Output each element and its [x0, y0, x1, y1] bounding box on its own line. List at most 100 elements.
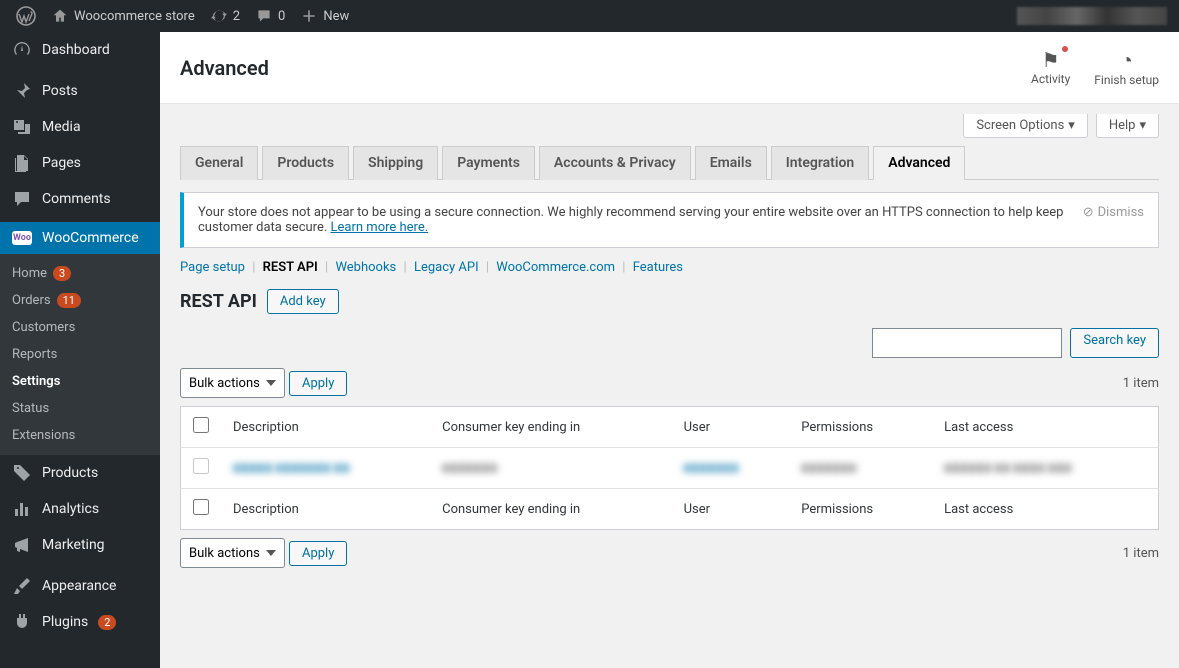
menu-pages[interactable]: Pages [0, 145, 160, 181]
subtab-legacy-api[interactable]: Legacy API [414, 260, 479, 275]
search-input[interactable] [872, 328, 1062, 358]
menu-analytics[interactable]: Analytics [0, 491, 160, 527]
col-consumer-key[interactable]: Consumer key ending in [430, 407, 672, 448]
cell-permissions: ■■■■■■■ [789, 448, 932, 489]
dismiss-notice[interactable]: ⊘Dismiss [1083, 205, 1144, 220]
cell-user: ■■■■■■■ [672, 448, 790, 489]
menu-appearance[interactable]: Appearance [0, 568, 160, 604]
admin-bar: Woocommerce store 2 0 New [0, 0, 1179, 32]
col-permissions[interactable]: Permissions [789, 407, 932, 448]
chevron-down-icon: ▾ [1139, 118, 1146, 133]
select-all-top[interactable] [193, 417, 209, 433]
tab-emails[interactable]: Emails [695, 146, 767, 180]
section-heading: REST API [180, 291, 257, 312]
col-user[interactable]: User [672, 407, 790, 448]
col-last-access-foot[interactable]: Last access [932, 489, 1158, 530]
flag-icon: ⚑ [1031, 48, 1070, 72]
finish-setup-button[interactable]: ◔ Finish setup [1094, 48, 1159, 87]
activity-button[interactable]: ⚑ Activity [1031, 48, 1070, 87]
menu-woocommerce[interactable]: WooWooCommerce [0, 222, 160, 254]
media-icon [12, 117, 32, 137]
woocommerce-icon: Woo [12, 231, 32, 245]
row-checkbox[interactable] [193, 458, 209, 474]
menu-dashboard[interactable]: Dashboard [0, 32, 160, 68]
site-name-link[interactable]: Woocommerce store [44, 0, 203, 32]
tab-accounts-privacy[interactable]: Accounts & Privacy [539, 146, 691, 180]
apply-button-bottom[interactable]: Apply [289, 541, 347, 566]
tab-advanced[interactable]: Advanced [873, 146, 965, 180]
woocommerce-submenu: Home3 Orders11 Customers Reports Setting… [0, 254, 160, 455]
bulk-actions-select-bottom[interactable]: Bulk actions [180, 538, 285, 568]
col-description-foot[interactable]: Description [221, 489, 430, 530]
col-consumer-key-foot[interactable]: Consumer key ending in [430, 489, 672, 530]
search-key-button[interactable]: Search key [1070, 328, 1159, 358]
add-key-button[interactable]: Add key [267, 289, 339, 314]
adminbar-user[interactable] [1017, 7, 1171, 25]
menu-plugins[interactable]: Plugins2 [0, 604, 160, 640]
submenu-orders[interactable]: Orders11 [0, 287, 160, 314]
bulk-actions-select-top[interactable]: Bulk actions [180, 368, 285, 398]
settings-tabs: General Products Shipping Payments Accou… [180, 146, 1159, 180]
learn-more-link[interactable]: Learn more here. [331, 220, 429, 235]
advanced-subtabs: Page setup | REST API | Webhooks | Legac… [180, 260, 1159, 275]
plugins-badge: 2 [98, 615, 116, 630]
analytics-icon [12, 499, 32, 519]
subtab-webhooks[interactable]: Webhooks [335, 260, 396, 275]
cell-consumer-key: ■■■■■■■ [430, 448, 672, 489]
wp-logo[interactable] [8, 0, 44, 32]
tab-shipping[interactable]: Shipping [353, 146, 438, 180]
menu-marketing[interactable]: Marketing [0, 527, 160, 563]
page-header: Advanced ⚑ Activity ◔ Finish setup [160, 32, 1179, 104]
screen-options-toggle[interactable]: Screen Options ▾ [963, 114, 1088, 138]
megaphone-icon [12, 535, 32, 555]
orders-badge: 11 [57, 293, 81, 308]
progress-icon: ◔ [1094, 48, 1159, 73]
subtab-features[interactable]: Features [633, 260, 683, 275]
col-permissions-foot[interactable]: Permissions [789, 489, 932, 530]
updates-link[interactable]: 2 [203, 0, 248, 32]
submenu-customers[interactable]: Customers [0, 314, 160, 341]
tab-products[interactable]: Products [262, 146, 349, 180]
content-area: Advanced ⚑ Activity ◔ Finish setup Scree… [160, 32, 1179, 616]
submenu-reports[interactable]: Reports [0, 341, 160, 368]
menu-posts[interactable]: Posts [0, 73, 160, 109]
menu-products[interactable]: Products [0, 455, 160, 491]
notice-text: Your store does not appear to be using a… [198, 205, 1083, 235]
submenu-settings[interactable]: Settings [0, 368, 160, 395]
pin-icon [12, 81, 32, 101]
screen-meta-links: Screen Options ▾ Help ▾ [180, 114, 1159, 138]
cell-last-access: ■■■■■■ ■■ ■■■■ ■■■ [932, 448, 1158, 489]
brush-icon [12, 576, 32, 596]
comments-link[interactable]: 0 [248, 0, 293, 32]
select-all-bottom[interactable] [193, 499, 209, 515]
admin-sidebar: Dashboard Posts Media Pages Comments Woo… [0, 32, 160, 668]
home-badge: 3 [53, 266, 71, 281]
col-description[interactable]: Description [221, 407, 430, 448]
tab-payments[interactable]: Payments [442, 146, 535, 180]
https-notice: Your store does not appear to be using a… [180, 192, 1159, 248]
item-count-top: 1 item [1123, 376, 1159, 391]
plugin-icon [12, 612, 32, 632]
submenu-status[interactable]: Status [0, 395, 160, 422]
table-row[interactable]: ■■■■■ ■■■■■■■ ■■ ■■■■■■■ ■■■■■■■ ■■■■■■■… [181, 448, 1159, 489]
comments-icon [12, 189, 32, 209]
menu-media[interactable]: Media [0, 109, 160, 145]
apply-button-top[interactable]: Apply [289, 371, 347, 396]
subtab-wc-com[interactable]: WooCommerce.com [496, 260, 615, 275]
help-toggle[interactable]: Help ▾ [1096, 114, 1159, 138]
tab-general[interactable]: General [180, 146, 258, 180]
col-user-foot[interactable]: User [672, 489, 790, 530]
item-count-bottom: 1 item [1123, 546, 1159, 561]
products-icon [12, 463, 32, 483]
dashboard-icon [12, 40, 32, 60]
col-last-access[interactable]: Last access [932, 407, 1158, 448]
submenu-home[interactable]: Home3 [0, 260, 160, 287]
subtab-rest-api[interactable]: REST API [263, 260, 318, 275]
new-content-link[interactable]: New [293, 0, 357, 32]
menu-comments[interactable]: Comments [0, 181, 160, 217]
cell-description[interactable]: ■■■■■ ■■■■■■■ ■■ [221, 448, 430, 489]
subtab-page-setup[interactable]: Page setup [180, 260, 245, 275]
page-title: Advanced [180, 56, 269, 80]
submenu-extensions[interactable]: Extensions [0, 422, 160, 449]
tab-integration[interactable]: Integration [771, 146, 869, 180]
